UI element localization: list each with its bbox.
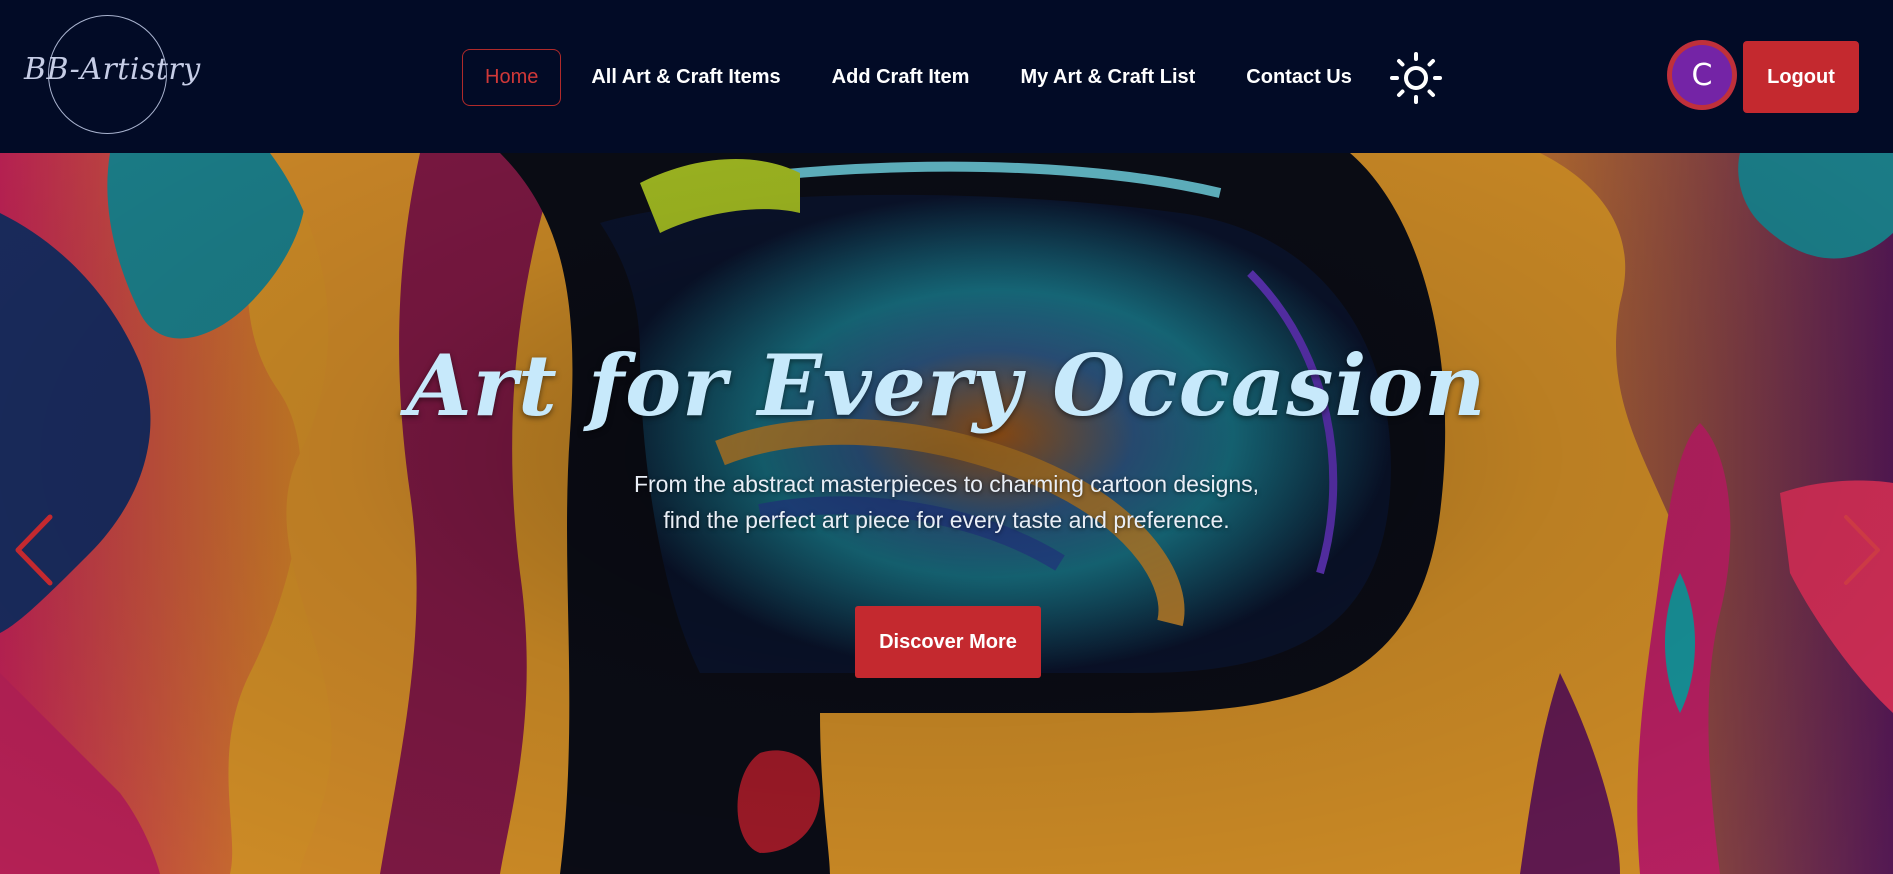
main-nav: Home All Art & Craft Items Add Craft Ite… xyxy=(462,48,1352,106)
nav-link-my-art-craft-list[interactable]: My Art & Craft List xyxy=(1020,66,1195,89)
hero-subtitle-line-1: From the abstract masterpieces to charmi… xyxy=(633,471,1260,497)
brand-logo-text[interactable]: BB-Artistry xyxy=(24,52,201,87)
user-avatar[interactable]: C xyxy=(1667,40,1737,110)
sun-icon[interactable] xyxy=(1390,52,1442,104)
hero-title: Art for Every Occasion xyxy=(406,336,1487,435)
hero-carousel: Art for Every Occasion From the abstract… xyxy=(0,153,1893,874)
chevron-left-icon[interactable] xyxy=(12,513,56,587)
discover-more-button[interactable]: Discover More xyxy=(855,606,1041,678)
nav-link-all-art-craft-items[interactable]: All Art & Craft Items xyxy=(591,66,780,89)
avatar-initial: C xyxy=(1672,45,1732,105)
logout-button[interactable]: Logout xyxy=(1743,41,1859,113)
hero-subtitle-line-2: find the perfect art piece for every tas… xyxy=(663,507,1230,533)
nav-link-home[interactable]: Home xyxy=(462,48,562,106)
chevron-right-icon[interactable] xyxy=(1840,513,1884,587)
nav-link-contact-us[interactable]: Contact Us xyxy=(1246,66,1352,89)
nav-link-add-craft-item[interactable]: Add Craft Item xyxy=(832,66,970,89)
top-navbar: BB-Artistry Home All Art & Craft Items A… xyxy=(0,0,1893,153)
